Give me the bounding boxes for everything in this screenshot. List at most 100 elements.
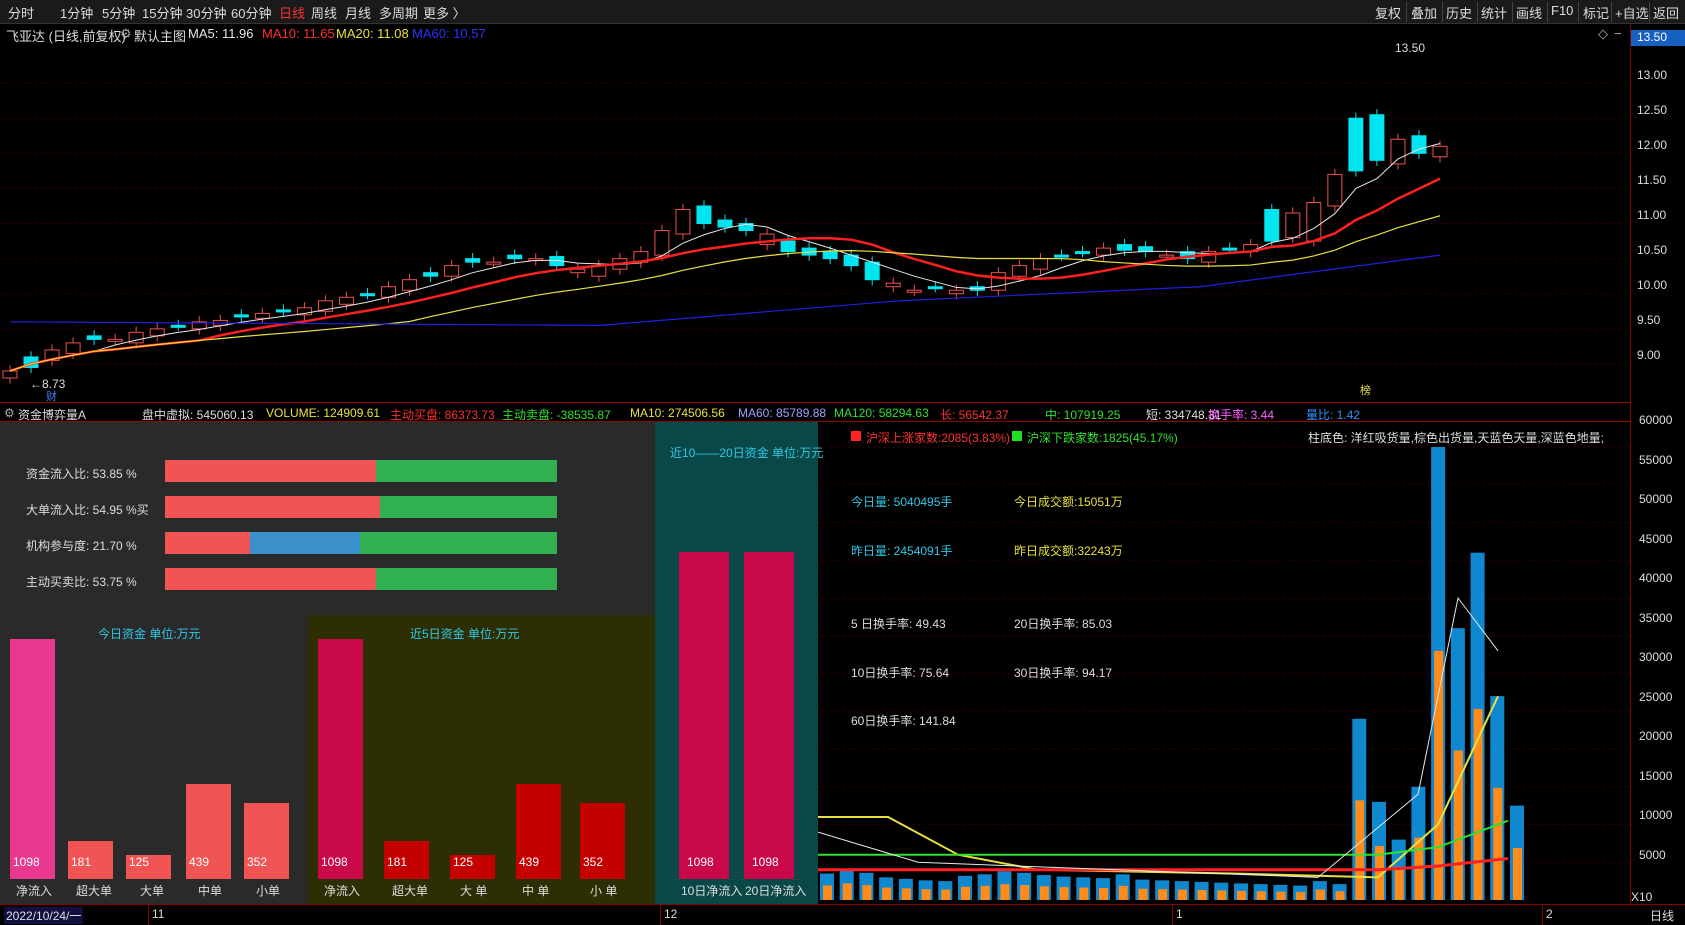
volume-sub-bar — [1118, 885, 1128, 900]
five-bar-name: 净流入 — [324, 884, 361, 898]
period-tab-5min[interactable]: 5分钟 — [102, 3, 135, 22]
ma20-label: MA20: 11.08 — [336, 26, 409, 41]
yesterday-amount: 昨日成交额:32243万 — [1014, 544, 1123, 558]
five-bar-super: 181 — [384, 841, 429, 879]
price-tick: 9.00 — [1637, 348, 1661, 362]
volume-sub-bar — [862, 885, 872, 900]
period-tab-more[interactable]: 更多 〉 — [423, 3, 466, 22]
candle-body — [822, 251, 838, 260]
candle-body — [1053, 254, 1069, 258]
period-tab-fenshi[interactable]: 分时 — [8, 3, 34, 22]
candle-body — [1096, 247, 1112, 256]
candle-body — [654, 230, 670, 256]
period-toolbar: 分时 1分钟 5分钟 15分钟 30分钟 60分钟 日线 周线 月线 多周期 更… — [0, 0, 1685, 24]
indicator-settings-icon[interactable]: ⚙ — [4, 406, 15, 420]
ratio-label: 机构参与度: 21.70 % — [26, 539, 137, 553]
ma10-vol-value: MA10: 274506.56 — [630, 406, 725, 420]
ma10-label: MA10: 11.65 — [262, 26, 335, 41]
candle-body — [948, 289, 964, 295]
volume-sub-bar — [901, 888, 911, 900]
volume-tick: 35000 — [1639, 611, 1673, 625]
five-bar-name: 大 单 — [460, 884, 488, 898]
candle-body — [906, 289, 922, 293]
period-tab-weekly[interactable]: 周线 — [311, 3, 337, 22]
period-tab-monthly[interactable]: 月线 — [345, 3, 371, 22]
period-tab-daily[interactable]: 日线 — [279, 3, 305, 22]
volume-sub-bar — [1513, 848, 1522, 900]
ratio-label: 资金流入比: 53.85 % — [26, 467, 137, 481]
volume-sub-bar — [1434, 650, 1444, 900]
add-favorite-button[interactable]: +自选 — [1615, 3, 1649, 22]
candle-body — [885, 282, 901, 288]
back-button[interactable]: 返回 — [1653, 3, 1679, 22]
period-tab-30min[interactable]: 30分钟 — [186, 3, 226, 22]
volume-sub-bar — [1237, 890, 1246, 900]
candle-body — [444, 265, 460, 277]
minimize-icon[interactable]: − — [1614, 26, 1622, 41]
candle-body — [1285, 212, 1301, 239]
volume-sub-bar — [1039, 886, 1049, 900]
stats-button[interactable]: 统计 — [1481, 3, 1507, 22]
diamond-icon[interactable]: ◇ — [1598, 26, 1608, 42]
ma5-label: MA5: 11.96 — [188, 26, 254, 41]
volume-tick: 60000 — [1639, 413, 1673, 427]
overlay-button[interactable]: 叠加 — [1411, 3, 1437, 22]
today-bar-name: 大单 — [140, 884, 165, 898]
ratio-bar — [165, 496, 557, 518]
today-bar-large: 125 — [126, 855, 171, 879]
candle-body — [1411, 135, 1427, 154]
turnover-60d: 60日换手率: 141.84 — [851, 714, 956, 728]
bar-10day: 1098 — [679, 552, 729, 879]
candle-body — [233, 314, 249, 318]
candle-body — [1011, 265, 1027, 277]
period-tab-multi[interactable]: 多周期 — [379, 3, 418, 22]
candle-body — [1159, 254, 1175, 258]
down-count-marker — [1012, 431, 1022, 441]
candle-body — [1075, 251, 1090, 255]
stock-title[interactable]: 飞亚达 (日线,前复权) — [6, 26, 126, 45]
price-tag: 13.50 — [1631, 30, 1685, 46]
volume-value: VOLUME: 124909.61 — [266, 406, 381, 420]
period-tab-15min[interactable]: 15分钟 — [142, 3, 182, 22]
candle-body — [170, 324, 186, 328]
five-bar-net: 1098 — [318, 639, 363, 879]
settings-icon[interactable]: ⚙ — [120, 26, 132, 42]
period-label[interactable]: 日线 — [1650, 907, 1674, 924]
candle-body — [360, 293, 375, 297]
candle-body — [1264, 208, 1280, 242]
fuquan-button[interactable]: 复权 — [1375, 3, 1401, 22]
kline-chart[interactable]: 13.50←8.73财榜 — [0, 24, 1630, 402]
volume-tick: 55000 — [1639, 453, 1673, 467]
fund-flow-area: 资金流入比: 53.85 % 大单流入比: 54.95 %买 机构参与度: 21… — [0, 422, 1630, 904]
indicator-name[interactable]: 资金博弈量A — [18, 406, 86, 423]
mark-button[interactable]: 标记 — [1583, 3, 1609, 22]
candle-body — [990, 272, 1006, 291]
month-label: 12 — [664, 907, 678, 921]
candle-body — [696, 205, 712, 225]
turnover-5d: 5 日换手率: 49.43 — [851, 617, 946, 631]
ratio-label: 大单流入比: 54.95 %买 — [26, 503, 149, 517]
ma60-label: MA60: 10.57 — [412, 26, 486, 41]
long-value: 长: 56542.37 — [940, 408, 1009, 422]
volume-sub-bar — [1059, 887, 1069, 900]
today-amount: 今日成交额:15051万 — [1014, 495, 1123, 509]
volume-sub-bar — [1256, 891, 1266, 900]
turnover-value: 换手率: 3.44 — [1208, 408, 1275, 422]
volume-sub-bar — [1197, 890, 1207, 900]
period-tab-1min[interactable]: 1分钟 — [60, 3, 93, 22]
bar-20day-name: 20日净流入 — [745, 884, 807, 898]
price-tick: 11.00 — [1637, 208, 1667, 222]
draw-button[interactable]: 画线 — [1516, 3, 1542, 22]
up-count-marker — [851, 431, 861, 441]
period-tab-60min[interactable]: 60分钟 — [231, 3, 271, 22]
low-price-label: ←8.73 — [30, 377, 66, 391]
volume-tick: 25000 — [1639, 690, 1673, 704]
candle-body — [1369, 114, 1385, 161]
candle-body — [275, 309, 291, 313]
rank-marker: 榜 — [1360, 383, 1371, 397]
main-chart-label[interactable]: 默认主图 — [134, 26, 186, 45]
history-button[interactable]: 历史 — [1446, 3, 1472, 22]
f10-button[interactable]: F10 — [1551, 3, 1573, 18]
volume-sub-bar — [1158, 889, 1168, 900]
five-bar-name: 中 单 — [522, 884, 550, 898]
